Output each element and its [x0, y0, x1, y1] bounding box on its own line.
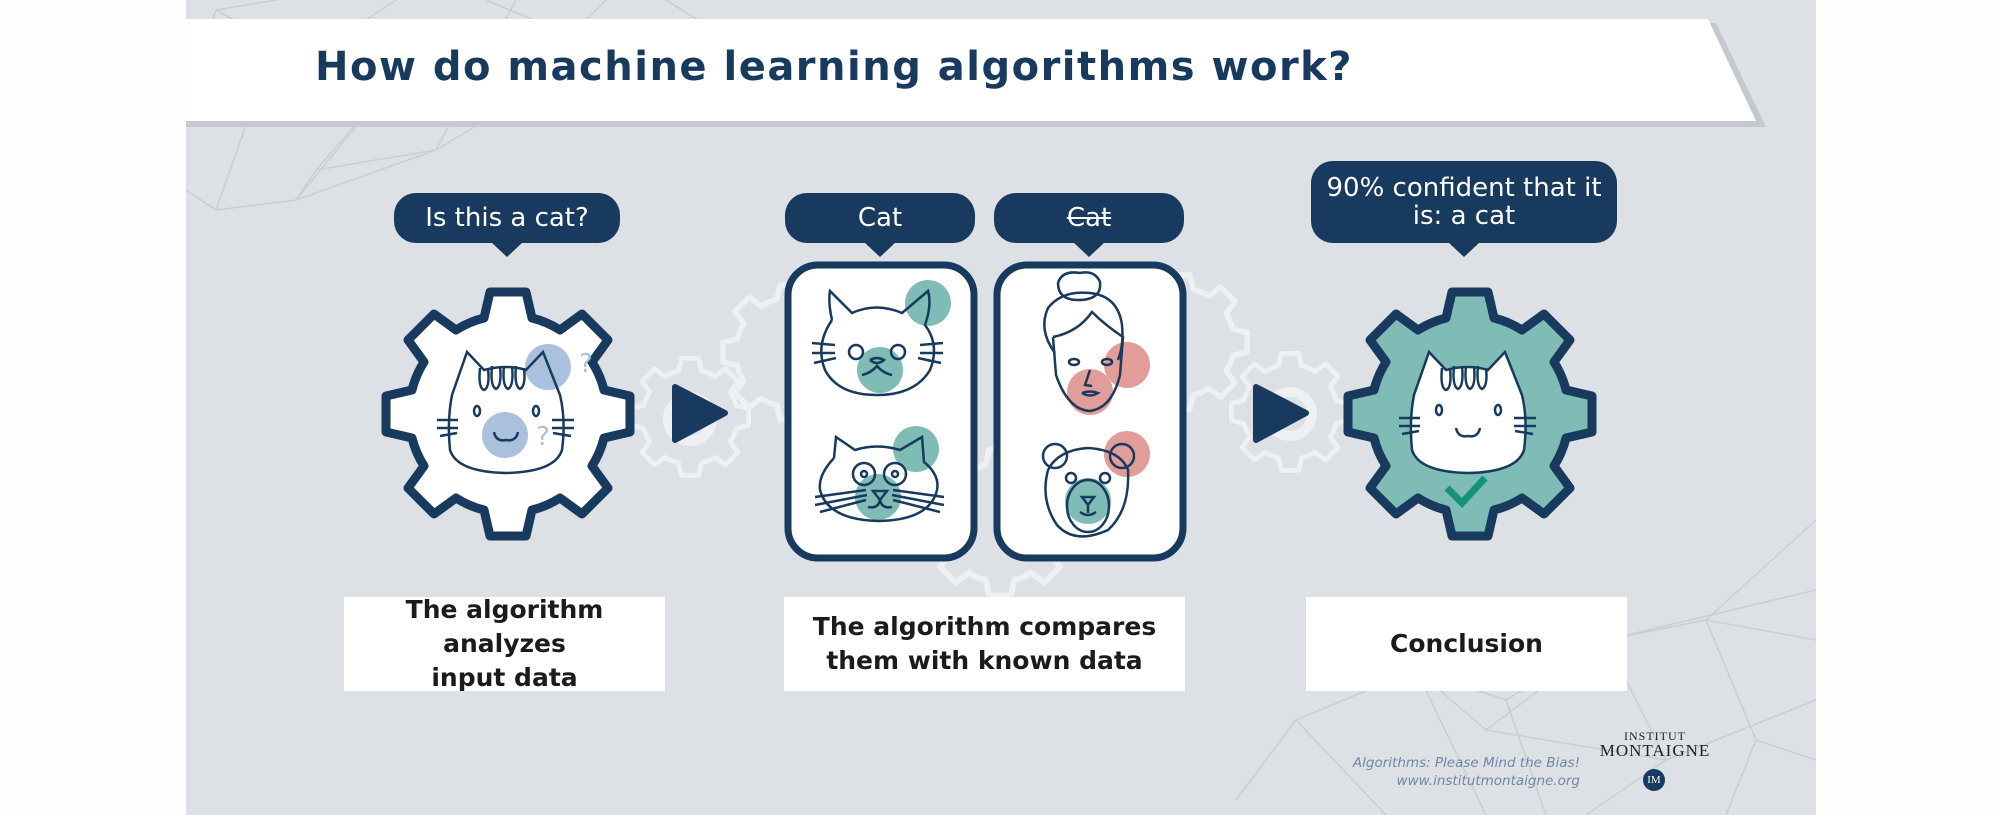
not-cat-label-text: Cat: [1066, 203, 1112, 233]
step-label-line: Conclusion: [1390, 629, 1543, 658]
footer-credits: Algorithms: Please Mind the Bias! www.in…: [1353, 754, 1580, 790]
known-non-cats-card: [993, 261, 1187, 562]
background-gears: [631, 275, 1348, 595]
not-cat-label-bubble: Cat: [994, 193, 1184, 243]
logo-montaigne: MONTAIGNE: [1599, 741, 1711, 760]
logo-badge-icon: IM: [1643, 769, 1665, 791]
confidence-bubble: 90% confident that it is: a cat: [1311, 161, 1617, 243]
process-illustration: ? ?: [0, 261, 2000, 815]
step-label-conclusion: Conclusion: [1306, 597, 1627, 691]
cat-label-text: Cat: [857, 203, 903, 233]
conclusion-gear-icon: [1348, 292, 1592, 536]
question-mark: ?: [579, 349, 593, 379]
step-label-analyze: The algorithm analyzes input data: [344, 595, 665, 692]
question-bubble-text: Is this a cat?: [425, 203, 589, 233]
analyze-gear-icon: ? ?: [386, 292, 630, 536]
question-bubble: Is this a cat?: [394, 193, 620, 243]
footer-tagline: Algorithms: Please Mind the Bias!: [1352, 755, 1580, 771]
step-label-line: input data: [431, 663, 578, 692]
step-label-compare: The algorithm compares them with known d…: [784, 597, 1185, 691]
known-cats-card: [784, 261, 978, 562]
question-mark: ?: [536, 422, 550, 452]
footer-website-link[interactable]: www.institutmontaigne.org: [1353, 772, 1580, 790]
confidence-text-line1: 90% confident that it: [1326, 173, 1602, 203]
confidence-text-line2: is: a cat: [1412, 201, 1516, 231]
step-label-line: The algorithm analyzes: [405, 595, 604, 658]
step-label-line: them with known data: [826, 646, 1143, 675]
cat-label-bubble: Cat: [785, 193, 975, 243]
step-label-line: The algorithm compares: [812, 612, 1157, 641]
